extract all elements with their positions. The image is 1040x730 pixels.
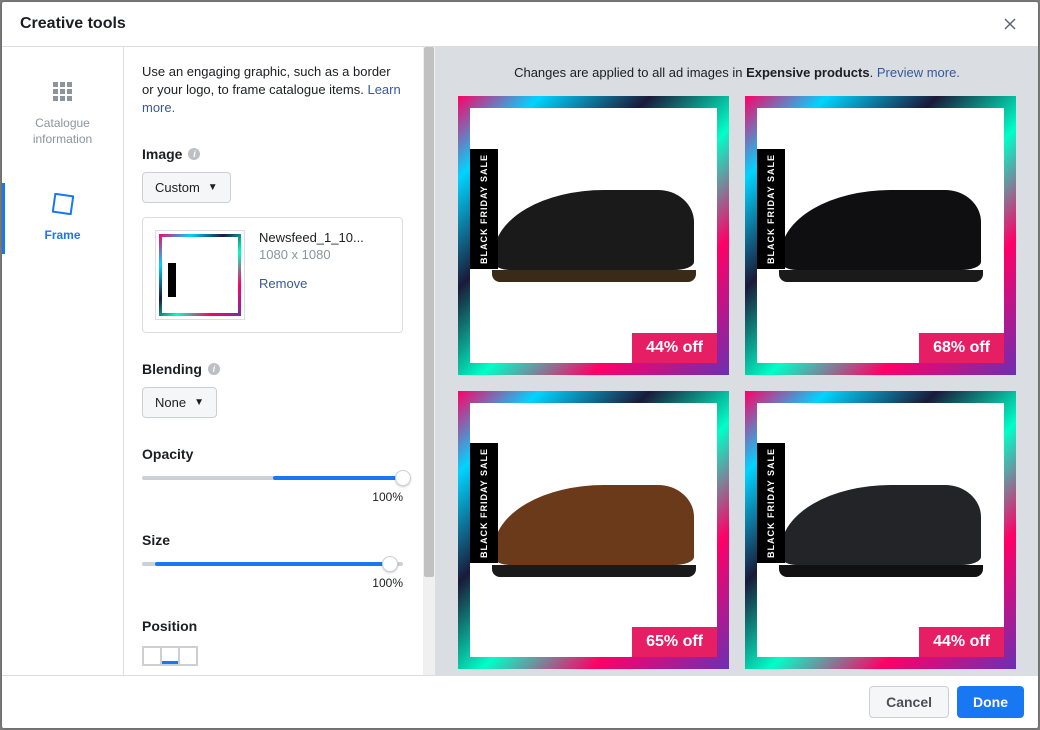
- remove-frame-link[interactable]: Remove: [259, 276, 364, 291]
- grid-icon: [52, 81, 74, 108]
- frame-thumbnail[interactable]: [155, 230, 245, 320]
- done-button[interactable]: Done: [957, 686, 1024, 718]
- black-friday-badge: BLACK FRIDAY SALE: [757, 443, 785, 563]
- frame-dimensions: 1080 x 1080: [259, 247, 364, 262]
- chevron-down-icon: ▼: [194, 397, 204, 408]
- discount-badge: 68% off: [919, 333, 1004, 363]
- cancel-button[interactable]: Cancel: [869, 686, 949, 718]
- preview-more-link[interactable]: Preview more.: [877, 65, 960, 80]
- preview-grid: BLACK FRIDAY SALE44% offBLACK FRIDAY SAL…: [458, 96, 1016, 669]
- panel-description: Use an engaging graphic, such as a borde…: [142, 63, 403, 118]
- frame-filename: Newsfeed_1_10...: [259, 230, 364, 245]
- size-value: 100%: [142, 576, 403, 590]
- nav-label-frame: Frame: [44, 228, 80, 244]
- position-grid[interactable]: [142, 646, 198, 666]
- blending-section-label: Blending i: [142, 361, 403, 377]
- black-friday-badge: BLACK FRIDAY SALE: [470, 443, 498, 563]
- info-icon[interactable]: i: [208, 363, 220, 375]
- image-source-dropdown[interactable]: Custom ▼: [142, 172, 231, 203]
- black-friday-badge: BLACK FRIDAY SALE: [470, 149, 498, 269]
- creative-tools-modal: Creative tools Catalogue information: [2, 2, 1038, 728]
- slider-handle[interactable]: [395, 470, 411, 486]
- close-button[interactable]: [1000, 14, 1020, 34]
- discount-badge: 65% off: [632, 627, 717, 657]
- preview-pane: Changes are applied to all ad images in …: [436, 47, 1038, 675]
- info-icon[interactable]: i: [188, 148, 200, 160]
- chevron-down-icon: ▼: [208, 182, 218, 193]
- preview-item: BLACK FRIDAY SALE 44% off: [745, 391, 1016, 670]
- blending-dropdown[interactable]: None ▼: [142, 387, 217, 418]
- nav-item-catalogue[interactable]: Catalogue information: [2, 71, 123, 157]
- modal-footer: Cancel Done: [2, 675, 1038, 728]
- preview-message: Changes are applied to all ad images in …: [458, 65, 1016, 80]
- panel-scrollbar[interactable]: [423, 47, 435, 675]
- image-section-label: Image i: [142, 146, 403, 162]
- size-slider[interactable]: 100%: [142, 562, 403, 590]
- side-nav: Catalogue information Frame: [2, 47, 124, 675]
- nav-label-catalogue: Catalogue information: [8, 116, 117, 147]
- position-section-label: Position: [142, 618, 403, 634]
- modal-body: Catalogue information Frame Use an engag…: [2, 47, 1038, 675]
- discount-badge: 44% off: [632, 333, 717, 363]
- slider-handle[interactable]: [382, 556, 398, 572]
- nav-item-frame[interactable]: Frame: [2, 183, 123, 254]
- modal-header: Creative tools: [2, 2, 1038, 47]
- opacity-section-label: Opacity: [142, 446, 403, 462]
- size-section-label: Size: [142, 532, 403, 548]
- preview-item: BLACK FRIDAY SALE 44% off: [458, 96, 729, 375]
- opacity-slider[interactable]: 100%: [142, 476, 403, 504]
- opacity-value: 100%: [142, 490, 403, 504]
- discount-badge: 44% off: [919, 627, 1004, 657]
- settings-panel: Use an engaging graphic, such as a borde…: [124, 47, 436, 675]
- modal-title: Creative tools: [20, 15, 126, 33]
- frame-icon: [52, 193, 74, 220]
- black-friday-badge: BLACK FRIDAY SALE: [757, 149, 785, 269]
- preview-item: BLACK FRIDAY SALE 68% off: [745, 96, 1016, 375]
- close-icon: [1002, 16, 1018, 32]
- preview-item: BLACK FRIDAY SALE 65% off: [458, 391, 729, 670]
- frame-image-card: Newsfeed_1_10... 1080 x 1080 Remove: [142, 217, 403, 333]
